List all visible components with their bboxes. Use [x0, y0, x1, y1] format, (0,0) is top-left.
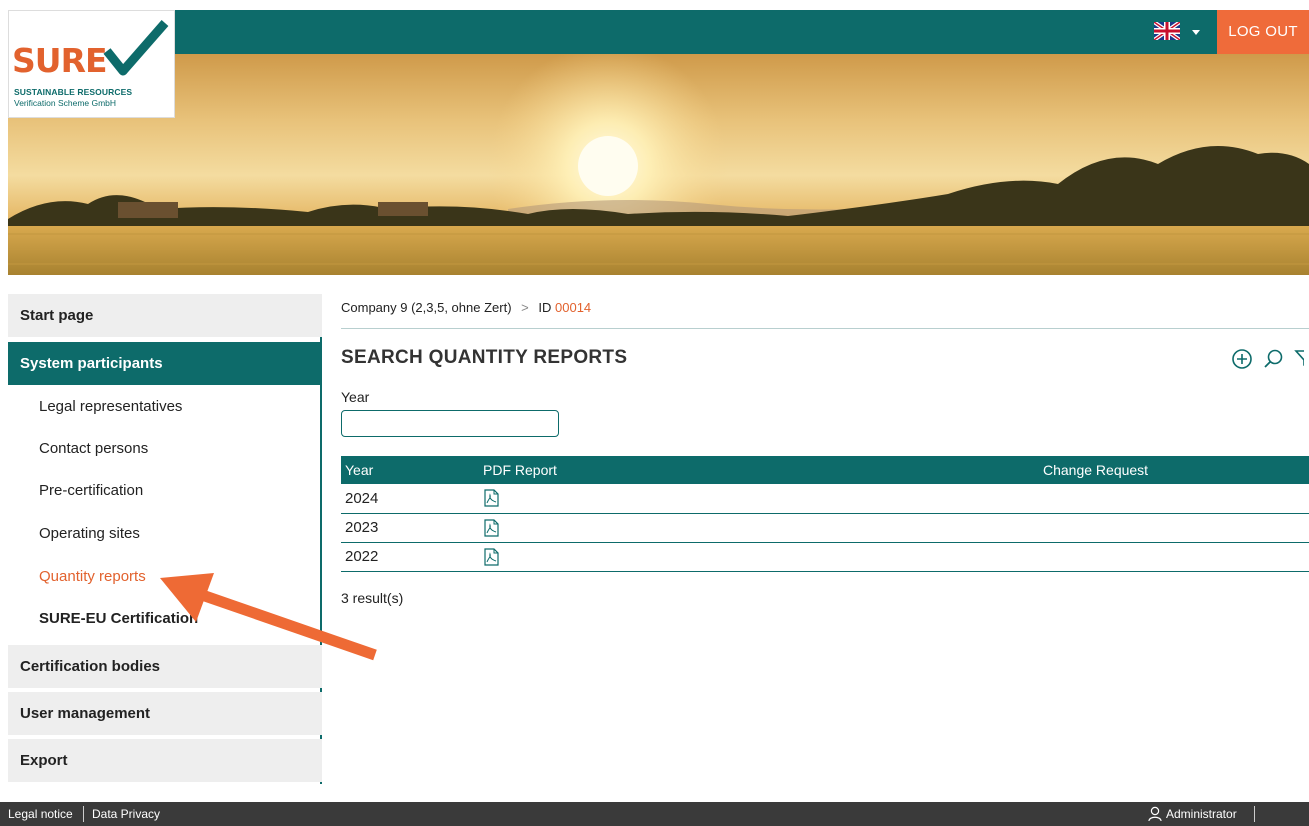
data-privacy-link[interactable]: Data Privacy [92, 807, 160, 821]
pdf-report-icon[interactable] [483, 547, 499, 566]
table-row[interactable]: 2023 [341, 513, 1309, 543]
year-input[interactable] [341, 410, 559, 437]
footer-divider [83, 806, 84, 822]
cell-year: 2024 [341, 484, 479, 514]
current-user[interactable]: Administrator [1166, 807, 1237, 821]
pdf-report-icon[interactable] [483, 489, 499, 507]
cell-year: 2023 [341, 513, 479, 543]
sidebar-item-certification-bodies[interactable]: Certification bodies [8, 645, 322, 688]
pdf-report-icon[interactable] [483, 518, 499, 537]
breadcrumb-separator: > [521, 300, 529, 315]
table-header-row: Year PDF Report Change Request [341, 456, 1309, 484]
breadcrumb-id-label: ID [538, 300, 552, 315]
breadcrumb-company[interactable]: Company 9 (2,3,5, ohne Zert) [341, 300, 512, 315]
footer: Legal notice Data Privacy Administrator [0, 802, 1309, 826]
divider [341, 328, 1309, 329]
cell-change-request [1039, 542, 1309, 572]
sidebar-item-export[interactable]: Export [8, 739, 322, 782]
hero-banner-image [8, 54, 1309, 275]
filter-icon[interactable] [1294, 347, 1304, 371]
sidebar-item-quantity-reports[interactable]: Quantity reports [8, 555, 320, 598]
search-icon[interactable] [1262, 347, 1286, 371]
column-header-year[interactable]: Year [341, 456, 479, 484]
user-icon [1148, 806, 1162, 822]
top-bar: LOG OUT [8, 10, 1309, 54]
cell-pdf [479, 542, 1039, 572]
cell-pdf [479, 513, 1039, 543]
cell-year: 2022 [341, 542, 479, 572]
result-count: 3 result(s) [341, 590, 404, 606]
checkmark-icon [103, 20, 169, 76]
breadcrumb: Company 9 (2,3,5, ohne Zert) > ID 00014 [341, 300, 591, 315]
table-row[interactable]: 2024 [341, 484, 1309, 514]
logo-tagline-2: Verification Scheme GmbH [14, 98, 117, 108]
column-header-change-request[interactable]: Change Request [1039, 456, 1309, 484]
page-title: SEARCH QUANTITY REPORTS [341, 347, 628, 368]
legal-notice-link[interactable]: Legal notice [8, 807, 73, 821]
sidebar-item-operating-sites[interactable]: Operating sites [8, 512, 320, 555]
quantity-reports-table: Year PDF Report Change Request 2024 2023… [341, 456, 1309, 572]
year-field-label: Year [341, 389, 370, 405]
sidebar-item-sure-eu-certification[interactable]: SURE-EU Certification [8, 597, 320, 640]
cell-pdf [479, 484, 1039, 514]
language-dropdown-caret-icon[interactable] [1192, 30, 1200, 35]
sidebar-item-start-page[interactable]: Start page [8, 294, 322, 337]
logo-tagline-1: SUSTAINABLE RESOURCES [14, 87, 133, 97]
sidebar-item-contact-persons[interactable]: Contact persons [8, 427, 320, 470]
breadcrumb-id-value: 00014 [555, 300, 592, 315]
sidebar-item-pre-certification[interactable]: Pre-certification [8, 469, 320, 512]
column-header-pdf-report[interactable]: PDF Report [479, 456, 1039, 484]
sidebar-item-user-management[interactable]: User management [8, 692, 322, 735]
toolbar [1230, 347, 1304, 371]
table-row[interactable]: 2022 [341, 542, 1309, 572]
logout-button[interactable]: LOG OUT [1217, 10, 1309, 54]
add-icon[interactable] [1230, 347, 1254, 371]
sidebar-item-legal-representatives[interactable]: Legal representatives [8, 385, 320, 428]
logo-wordmark: SURE [12, 41, 108, 80]
uk-flag-icon[interactable] [1154, 22, 1180, 40]
cell-change-request [1039, 484, 1309, 514]
footer-divider [1254, 806, 1255, 822]
sure-logo[interactable]: SURE SUSTAINABLE RESOURCES Verification … [8, 10, 175, 118]
sidebar-nav: Start page System participants Legal rep… [8, 294, 322, 784]
cell-change-request [1039, 513, 1309, 543]
sidebar-item-system-participants[interactable]: System participants [8, 342, 322, 385]
